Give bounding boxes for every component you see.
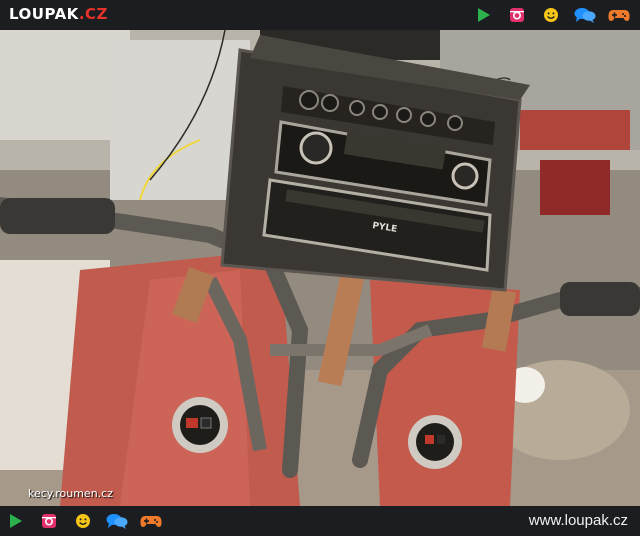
gamepad-icon[interactable] <box>608 6 630 24</box>
chat-icon[interactable] <box>574 6 596 24</box>
main-photo: PYLE kecy.roumen.cz <box>0 30 640 506</box>
instagram-icon[interactable] <box>38 512 60 530</box>
logo-tld: .CZ <box>78 5 108 23</box>
smiley-icon[interactable] <box>72 512 94 530</box>
top-bar: LOUPAK.CZ <box>0 0 640 30</box>
play-icon[interactable] <box>472 6 494 24</box>
logo-text: LOUPAK <box>9 5 79 23</box>
play-icon[interactable] <box>4 512 26 530</box>
bottom-nav-icons <box>0 512 162 530</box>
chat-icon[interactable] <box>106 512 128 530</box>
bottom-bar: www.loupak.cz <box>0 506 640 536</box>
gamepad-icon[interactable] <box>140 512 162 530</box>
site-logo[interactable]: LOUPAK.CZ <box>9 5 108 23</box>
photo-watermark: kecy.roumen.cz <box>28 487 113 500</box>
top-nav-icons <box>460 6 630 24</box>
smiley-icon[interactable] <box>540 6 562 24</box>
photo-radio-motorbike: PYLE <box>0 30 640 506</box>
site-url[interactable]: www.loupak.cz <box>529 512 628 529</box>
instagram-icon[interactable] <box>506 6 528 24</box>
